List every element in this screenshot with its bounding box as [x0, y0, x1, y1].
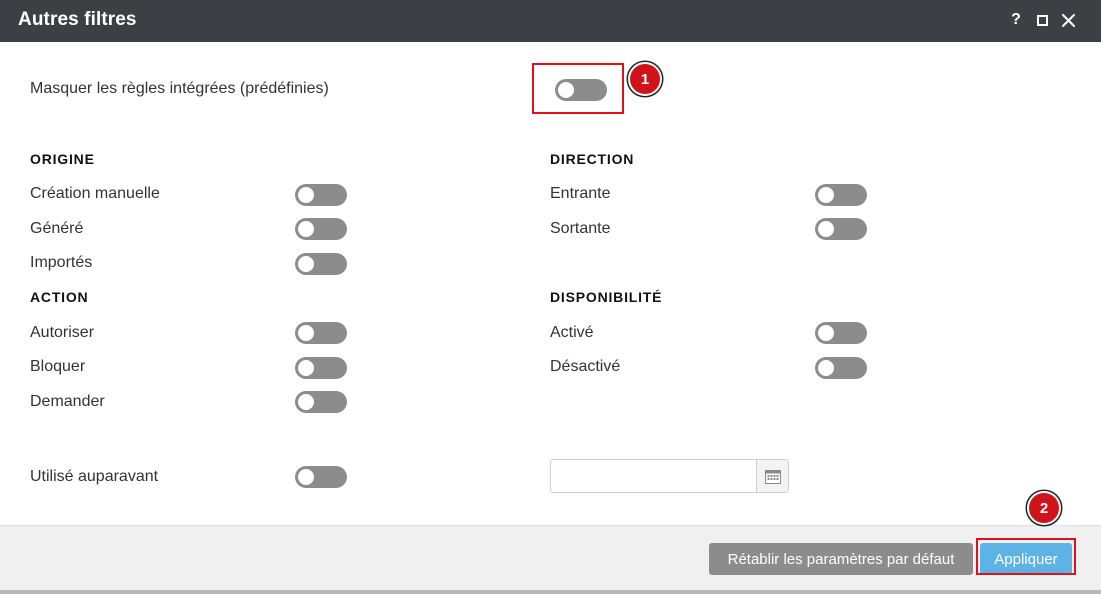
toggle-autoriser[interactable] — [295, 322, 347, 344]
toggle-genere[interactable] — [295, 218, 347, 240]
toggle-active[interactable] — [815, 322, 867, 344]
toggle-desactive[interactable] — [815, 357, 867, 379]
toggle-creation-manuelle[interactable] — [295, 184, 347, 206]
help-icon: ? — [1011, 11, 1021, 28]
maximize-icon — [1036, 14, 1048, 26]
hide-builtin-label: Masquer les règles intégrées (prédéfinie… — [30, 80, 329, 97]
used-before-date-field — [550, 459, 789, 493]
close-icon — [1061, 13, 1075, 27]
calendar-button[interactable] — [756, 460, 788, 492]
filter-label-active: Activé — [550, 324, 594, 341]
toggle-entrante[interactable] — [815, 184, 867, 206]
toggle-knob — [298, 360, 314, 376]
filter-label-importes: Importés — [30, 254, 93, 271]
callout-marker-2: 2 — [1027, 491, 1061, 525]
toggle-knob — [818, 325, 834, 341]
filter-label-bloquer: Bloquer — [30, 358, 86, 375]
reset-defaults-button[interactable]: Rétablir les paramètres par défaut — [709, 543, 973, 575]
callout-marker-1: 1 — [628, 62, 662, 96]
help-button[interactable]: ? — [1006, 10, 1026, 30]
dialog-titlebar: Autres filtres ? — [0, 0, 1101, 42]
filter-label-autoriser: Autoriser — [30, 324, 95, 341]
used-before-label: Utilisé auparavant — [30, 468, 159, 485]
toggle-knob — [818, 187, 834, 203]
filter-label-entrante: Entrante — [550, 185, 611, 202]
toggle-knob — [818, 221, 834, 237]
section-header-direction: DIRECTION — [550, 151, 635, 167]
toggle-importes[interactable] — [295, 253, 347, 275]
toggle-knob — [298, 469, 314, 485]
toggle-sortante[interactable] — [815, 218, 867, 240]
section-header-origine: ORIGINE — [30, 151, 95, 167]
toggle-used-before[interactable] — [295, 466, 347, 488]
toggle-knob — [298, 394, 314, 410]
toggle-demander[interactable] — [295, 391, 347, 413]
filter-label-genere: Généré — [30, 220, 84, 237]
section-header-disponibilite: DISPONIBILITÉ — [550, 289, 663, 305]
toggle-knob — [298, 325, 314, 341]
close-button[interactable] — [1058, 10, 1078, 30]
callout-highlight-2 — [976, 538, 1076, 575]
date-input[interactable] — [551, 460, 757, 492]
filter-label-demander: Demander — [30, 393, 105, 410]
section-header-action: ACTION — [30, 289, 89, 305]
calendar-icon — [764, 469, 781, 484]
toggle-bloquer[interactable] — [295, 357, 347, 379]
toggle-knob — [298, 256, 314, 272]
toggle-knob — [298, 187, 314, 203]
callout-highlight-1 — [532, 63, 624, 114]
filter-label-desactive: Désactivé — [550, 358, 621, 375]
maximize-button[interactable] — [1032, 10, 1052, 30]
dialog-title: Autres filtres — [18, 9, 137, 30]
filter-label-creation-manuelle: Création manuelle — [30, 185, 160, 202]
toggle-knob — [298, 221, 314, 237]
toggle-knob — [818, 360, 834, 376]
dialog-bottom-edge — [0, 590, 1101, 594]
filter-label-sortante: Sortante — [550, 220, 611, 237]
